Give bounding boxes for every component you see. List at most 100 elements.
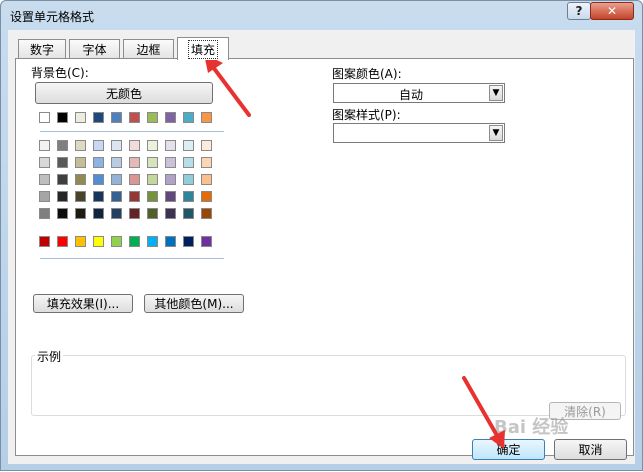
standard-color-swatch[interactable] <box>129 236 140 247</box>
standard-color-swatch[interactable] <box>57 236 68 247</box>
theme-shade-swatch[interactable] <box>165 157 176 168</box>
theme-shade-swatch[interactable] <box>183 157 194 168</box>
close-button[interactable]: ✕ <box>590 2 634 20</box>
theme-shade-swatch[interactable] <box>201 157 212 168</box>
theme-shade-swatch[interactable] <box>39 208 50 219</box>
theme-shade-swatch[interactable] <box>39 191 50 202</box>
theme-shade-swatch[interactable] <box>147 174 158 185</box>
theme-shade-swatch[interactable] <box>129 157 140 168</box>
theme-shade-swatch[interactable] <box>183 140 194 151</box>
watermark: Bai 经验 <box>494 417 569 438</box>
pattern-color-value: 自动 <box>398 88 423 102</box>
theme-shade-swatch[interactable] <box>129 174 140 185</box>
standard-color-swatch[interactable] <box>75 236 86 247</box>
theme-shade-swatch[interactable] <box>93 174 104 185</box>
theme-color-swatch[interactable] <box>147 112 158 123</box>
ok-button[interactable]: 确定 <box>472 439 545 460</box>
theme-color-swatch[interactable] <box>57 112 68 123</box>
standard-color-swatch[interactable] <box>39 236 50 247</box>
theme-shade-swatch[interactable] <box>129 191 140 202</box>
tab-fill[interactable]: 填充 <box>177 37 229 60</box>
theme-shade-swatch[interactable] <box>93 157 104 168</box>
pattern-color-label: 图案颜色(A): <box>332 67 402 81</box>
theme-shade-swatch[interactable] <box>39 157 50 168</box>
theme-shade-swatch[interactable] <box>57 208 68 219</box>
theme-shade-swatch[interactable] <box>111 140 122 151</box>
tab-font[interactable]: 字体 <box>69 39 120 58</box>
fill-effects-button[interactable]: 填充效果(I)... <box>33 294 133 313</box>
theme-shade-swatch[interactable] <box>201 208 212 219</box>
dialog-body: 数字 字体 边框 填充 背景色(C): 无颜色 填充效果(I)... 其他颜色(… <box>8 30 635 464</box>
theme-shade-swatch[interactable] <box>129 208 140 219</box>
theme-shade-swatch[interactable] <box>57 174 68 185</box>
theme-shade-swatch[interactable] <box>75 191 86 202</box>
standard-color-swatch[interactable] <box>93 236 104 247</box>
theme-shade-swatch[interactable] <box>93 140 104 151</box>
standard-color-swatch[interactable] <box>165 236 176 247</box>
theme-shade-swatch[interactable] <box>165 208 176 219</box>
fill-panel: 背景色(C): 无颜色 填充效果(I)... 其他颜色(M)... 图案颜色(A… <box>15 58 634 456</box>
theme-shade-swatch[interactable] <box>183 191 194 202</box>
theme-shade-swatch[interactable] <box>57 157 68 168</box>
chevron-down-icon[interactable]: ▼ <box>489 125 503 141</box>
standard-color-swatch[interactable] <box>111 236 122 247</box>
standard-color-swatch[interactable] <box>183 236 194 247</box>
theme-color-swatch[interactable] <box>111 112 122 123</box>
theme-shade-swatch[interactable] <box>147 157 158 168</box>
tab-border[interactable]: 边框 <box>123 39 174 58</box>
theme-shade-swatch[interactable] <box>147 191 158 202</box>
theme-shade-swatch[interactable] <box>201 140 212 151</box>
theme-shade-swatch[interactable] <box>129 140 140 151</box>
sample-preview-box <box>31 355 626 416</box>
theme-shade-swatch[interactable] <box>147 140 158 151</box>
more-colors-button[interactable]: 其他颜色(M)... <box>144 294 244 313</box>
tab-number[interactable]: 数字 <box>18 39 66 58</box>
theme-shade-swatch[interactable] <box>201 174 212 185</box>
theme-shade-swatch[interactable] <box>165 191 176 202</box>
standard-color-swatch[interactable] <box>201 236 212 247</box>
theme-shade-swatch[interactable] <box>201 191 212 202</box>
title-bar[interactable]: 设置单元格格式 ? ✕ <box>1 1 642 29</box>
theme-shade-swatch[interactable] <box>75 174 86 185</box>
theme-color-swatch[interactable] <box>39 112 50 123</box>
sample-label: 示例 <box>35 348 64 365</box>
theme-shade-swatch[interactable] <box>183 208 194 219</box>
cancel-button[interactable]: 取消 <box>554 439 627 460</box>
theme-shade-swatch[interactable] <box>147 208 158 219</box>
palette-divider <box>40 258 224 259</box>
format-cells-dialog: 设置单元格格式 ? ✕ 数字 字体 边框 填充 背景色(C): 无颜色 填充效果… <box>0 0 643 471</box>
theme-shade-swatch[interactable] <box>111 208 122 219</box>
theme-shade-swatch[interactable] <box>93 191 104 202</box>
theme-color-swatch[interactable] <box>129 112 140 123</box>
pattern-style-label: 图案样式(P): <box>332 108 401 122</box>
theme-color-swatch[interactable] <box>75 112 86 123</box>
theme-color-swatch[interactable] <box>183 112 194 123</box>
theme-shade-swatch[interactable] <box>57 140 68 151</box>
theme-shade-swatch[interactable] <box>111 157 122 168</box>
theme-color-swatch[interactable] <box>201 112 212 123</box>
tab-font-label: 字体 <box>82 42 107 57</box>
theme-shade-swatch[interactable] <box>75 157 86 168</box>
theme-color-swatch[interactable] <box>93 112 104 123</box>
theme-shade-swatch[interactable] <box>165 174 176 185</box>
theme-shade-swatch[interactable] <box>111 174 122 185</box>
no-color-button[interactable]: 无颜色 <box>35 82 213 104</box>
theme-shade-swatch[interactable] <box>75 208 86 219</box>
theme-shade-swatch[interactable] <box>111 191 122 202</box>
theme-shade-swatch[interactable] <box>39 174 50 185</box>
pattern-style-select[interactable]: ▼ <box>333 123 505 143</box>
theme-shade-swatch[interactable] <box>57 191 68 202</box>
pattern-color-select[interactable]: 自动 ▼ <box>333 83 505 103</box>
background-color-label: 背景色(C): <box>31 66 89 80</box>
theme-color-swatch[interactable] <box>165 112 176 123</box>
chevron-down-icon[interactable]: ▼ <box>489 85 503 101</box>
dialog-title: 设置单元格格式 <box>10 10 95 24</box>
standard-color-swatch[interactable] <box>147 236 158 247</box>
tab-border-label: 边框 <box>136 42 161 57</box>
theme-shade-swatch[interactable] <box>39 140 50 151</box>
theme-shade-swatch[interactable] <box>75 140 86 151</box>
help-button[interactable]: ? <box>567 2 591 20</box>
theme-shade-swatch[interactable] <box>93 208 104 219</box>
theme-shade-swatch[interactable] <box>183 174 194 185</box>
theme-shade-swatch[interactable] <box>165 140 176 151</box>
